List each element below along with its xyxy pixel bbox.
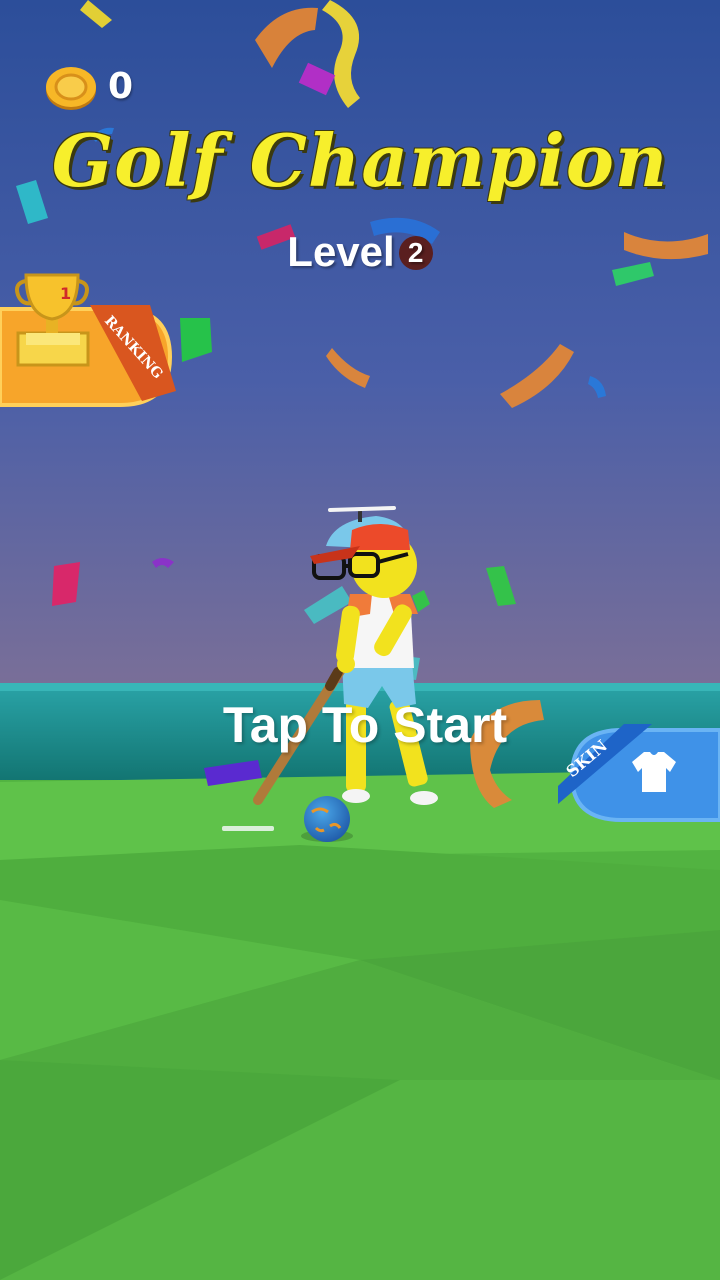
- grass-field: [0, 770, 720, 1280]
- ranking-badge: 1: [60, 284, 71, 303]
- level-label: Level: [287, 228, 395, 275]
- tee-mark: [222, 826, 274, 831]
- level-indicator: Level 2: [0, 228, 720, 276]
- ranking-button[interactable]: RANKING 1: [0, 273, 180, 407]
- tshirt-icon: [632, 752, 676, 792]
- game-title: Golf Champion: [51, 118, 669, 203]
- tap-to-start-prompt[interactable]: Tap To Start: [0, 696, 720, 754]
- gold-coin-icon: [46, 67, 96, 110]
- trophy-icon: 1: [15, 273, 90, 367]
- coin-count: 0: [108, 66, 134, 107]
- level-number: 2: [398, 236, 433, 270]
